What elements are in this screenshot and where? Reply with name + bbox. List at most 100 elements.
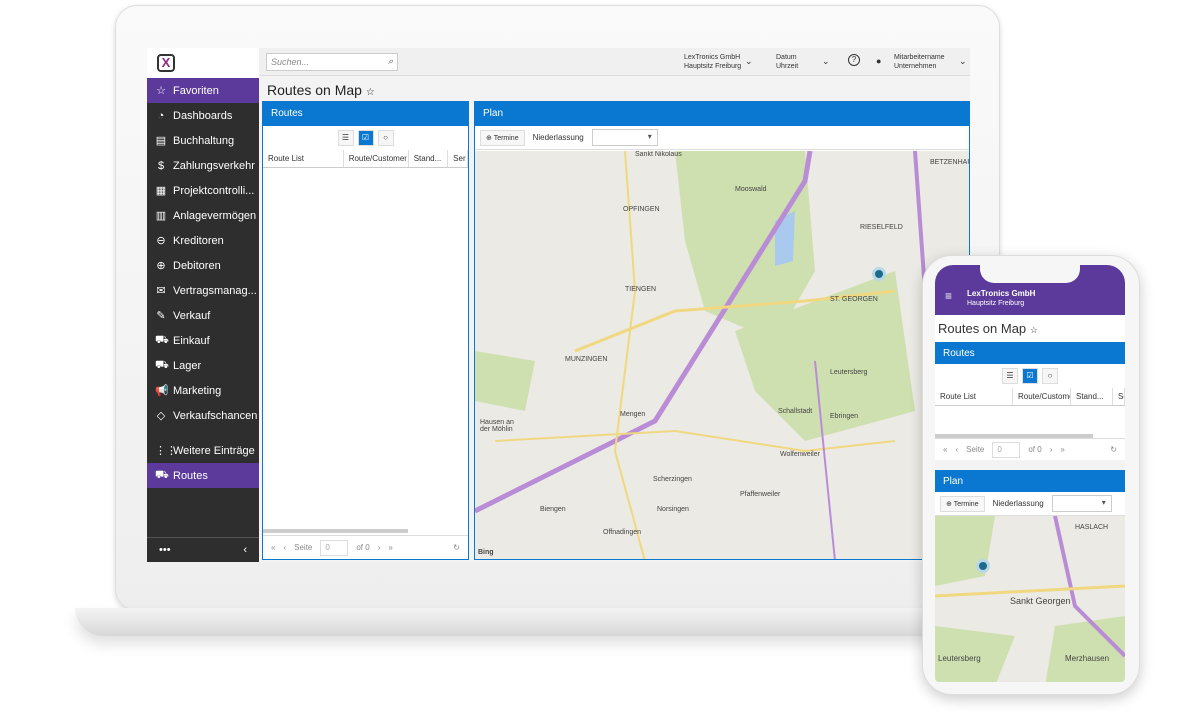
map-label: Hausen an der Möhlin bbox=[480, 419, 514, 433]
check-view-icon[interactable]: ☑ bbox=[1022, 368, 1038, 384]
sidebar-icon: ⊕ bbox=[156, 260, 166, 272]
page-input[interactable] bbox=[320, 539, 349, 556]
plan-panel-title: Plan bbox=[475, 102, 969, 126]
sidebar-item-verkaufschancen[interactable]: ◇ Verkaufschancen bbox=[147, 403, 259, 428]
grid-icon: ⋮⋮ bbox=[155, 445, 177, 457]
map[interactable]: Sankt Nikolaus Mooswald OPFINGEN TIENGEN MUN… bbox=[475, 151, 969, 559]
sidebar-icon: ✉ bbox=[156, 285, 166, 297]
sidebar-item-einkauf[interactable]: ⛟ Einkauf bbox=[147, 328, 259, 353]
chevron-down-icon[interactable]: ⌄ bbox=[822, 56, 830, 67]
sidebar-item-lager[interactable]: ⛟ Lager bbox=[147, 353, 259, 378]
map-shapes bbox=[475, 151, 969, 559]
first-page-button[interactable]: « bbox=[271, 543, 275, 552]
map-label: Mooswald bbox=[735, 186, 767, 193]
routes-panel-title: Routes bbox=[263, 102, 468, 126]
map-label: ST. GEORGEN bbox=[830, 296, 878, 303]
sidebar-item-dashboards[interactable]: ◔ Dashboards bbox=[147, 103, 259, 128]
termine-button[interactable]: ⊕ Termine bbox=[480, 129, 525, 146]
favorite-star-icon[interactable]: ☆ bbox=[366, 87, 375, 98]
view-toolbar: ☰ ☑ ○ bbox=[263, 126, 468, 150]
bing-attribution: Bing bbox=[478, 549, 494, 556]
column-header[interactable]: Ser bbox=[448, 150, 468, 167]
date-selector[interactable]: Datum Uhrzeit bbox=[776, 53, 798, 71]
sidebar-icon: ◇ bbox=[156, 410, 166, 422]
laptop-base bbox=[75, 608, 1035, 636]
company-selector[interactable]: LexTronics GmbH Hauptsitz Freiburg bbox=[684, 53, 741, 71]
map-label: BETZENHAU bbox=[930, 159, 969, 166]
map-label: Biengen bbox=[540, 506, 566, 513]
column-header[interactable]: Ser bbox=[1113, 388, 1125, 405]
chevron-down-icon[interactable]: ⌄ bbox=[959, 56, 967, 67]
collapse-sidebar-button[interactable]: ‹ bbox=[243, 544, 247, 556]
sidebar-item-projektcontrolli-[interactable]: ▦ Projektcontrolli... bbox=[147, 178, 259, 203]
map-label: Scherzingen bbox=[653, 476, 692, 483]
last-page-button[interactable]: » bbox=[388, 543, 392, 552]
map-label: Mengen bbox=[620, 411, 646, 418]
sidebar-item-kreditoren[interactable]: ⊖ Kreditoren bbox=[147, 228, 259, 253]
search-input[interactable]: Suchen... ⌕ bbox=[266, 53, 398, 71]
niederlassung-select[interactable] bbox=[1051, 495, 1112, 512]
column-header[interactable]: Stand... bbox=[1071, 388, 1113, 405]
comment-icon[interactable]: ○ bbox=[377, 130, 394, 146]
sidebar-item-anlagevermögen[interactable]: ▥ Anlagevermögen bbox=[147, 203, 259, 228]
more-options-button[interactable]: ••• bbox=[159, 544, 171, 556]
next-page-button[interactable]: › bbox=[378, 543, 381, 552]
routes-panel: Routes ☰ ☑ ○ Route List Route/Customer Stand… bbox=[262, 101, 469, 560]
column-header[interactable]: Route/Customer bbox=[1013, 388, 1071, 405]
next-page-button[interactable]: › bbox=[1050, 445, 1053, 454]
column-header[interactable]: Route List bbox=[935, 388, 1013, 405]
list-view-icon[interactable]: ☰ bbox=[1002, 368, 1018, 384]
sidebar: X ☆ Favoriten ◔ Dashboards ▤ Buchhaltung $ Zahl… bbox=[147, 48, 259, 562]
desktop-app: X ☆ Favoriten ◔ Dashboards ▤ Buchhaltung $ Zahl… bbox=[147, 48, 970, 562]
sidebar-icon: ☆ bbox=[156, 85, 166, 97]
page-title: Routes on Map ☆ bbox=[267, 82, 375, 98]
sidebar-item-favoriten[interactable]: ☆ Favoriten bbox=[147, 78, 259, 103]
map-label: RIESELFELD bbox=[860, 224, 903, 231]
mobile-app: ≡ LexTronics GmbH Hauptsitz Freiburg Rout… bbox=[935, 265, 1125, 682]
sidebar-item-debitoren[interactable]: ⊕ Debitoren bbox=[147, 253, 259, 278]
sidebar-icon: ⛟ bbox=[155, 358, 169, 371]
column-header[interactable]: Stand... bbox=[409, 150, 449, 167]
column-header[interactable]: Route List bbox=[263, 150, 344, 167]
prev-page-button[interactable]: ‹ bbox=[283, 543, 286, 552]
chevron-down-icon[interactable]: ⌄ bbox=[745, 56, 753, 67]
termine-button[interactable]: ⊕ Termine bbox=[940, 495, 985, 512]
prev-page-button[interactable]: ‹ bbox=[955, 445, 958, 454]
hamburger-menu-icon[interactable]: ≡ bbox=[945, 289, 952, 303]
map-label: Pfaffenweiler bbox=[740, 491, 781, 498]
sidebar-item-marketing[interactable]: 📢 Marketing bbox=[147, 378, 259, 403]
map-label: Wolfenweiler bbox=[780, 451, 820, 458]
sidebar-icon: ◔ bbox=[157, 109, 165, 122]
app-logo[interactable]: X bbox=[147, 48, 259, 78]
sidebar-item-more[interactable]: ⋮⋮ Weitere Einträge bbox=[147, 438, 259, 463]
sidebar-item-verkauf[interactable]: ✎ Verkauf bbox=[147, 303, 259, 328]
sidebar-icon: ▥ bbox=[155, 210, 167, 222]
sidebar-item-zahlungsverkehr[interactable]: $ Zahlungsverkehr bbox=[147, 153, 259, 178]
user-icon: ● bbox=[876, 56, 882, 66]
map-label: Offnadingen bbox=[603, 529, 642, 536]
favorite-star-icon[interactable]: ☆ bbox=[1030, 325, 1038, 335]
list-view-icon[interactable]: ☰ bbox=[337, 130, 354, 146]
sidebar-item-buchhaltung[interactable]: ▤ Buchhaltung bbox=[147, 128, 259, 153]
comment-icon[interactable]: ○ bbox=[1042, 368, 1058, 384]
sidebar-item-routes[interactable]: ⛟ Routes bbox=[147, 463, 259, 488]
refresh-icon[interactable]: ↻ bbox=[453, 543, 460, 552]
sidebar-icon: ✎ bbox=[156, 310, 166, 322]
niederlassung-select[interactable] bbox=[591, 129, 658, 146]
refresh-icon[interactable]: ↻ bbox=[1110, 445, 1117, 454]
check-view-icon[interactable]: ☑ bbox=[357, 130, 374, 146]
page-input[interactable] bbox=[992, 441, 1021, 458]
map-label: MUNZINGEN bbox=[565, 356, 608, 363]
sidebar-item-vertragsmanag-[interactable]: ✉ Vertragsmanag... bbox=[147, 278, 259, 303]
column-header[interactable]: Route/Customer bbox=[344, 150, 409, 167]
user-menu[interactable]: Mitarbeitername Unternehmen bbox=[894, 53, 945, 71]
map-label: Ebringen bbox=[830, 413, 859, 420]
last-page-button[interactable]: » bbox=[1060, 445, 1064, 454]
horizontal-scrollbar[interactable] bbox=[263, 529, 408, 533]
first-page-button[interactable]: « bbox=[943, 445, 947, 454]
mobile-routes-title: Routes bbox=[935, 342, 1125, 364]
help-icon[interactable]: ? bbox=[848, 54, 860, 66]
search-icon[interactable]: ⌕ bbox=[388, 56, 393, 67]
mobile-map[interactable]: HASLACH Sankt Georgen Leutersberg Merzha… bbox=[935, 516, 1125, 682]
mobile-header: ≡ LexTronics GmbH Hauptsitz Freiburg bbox=[935, 265, 1125, 315]
